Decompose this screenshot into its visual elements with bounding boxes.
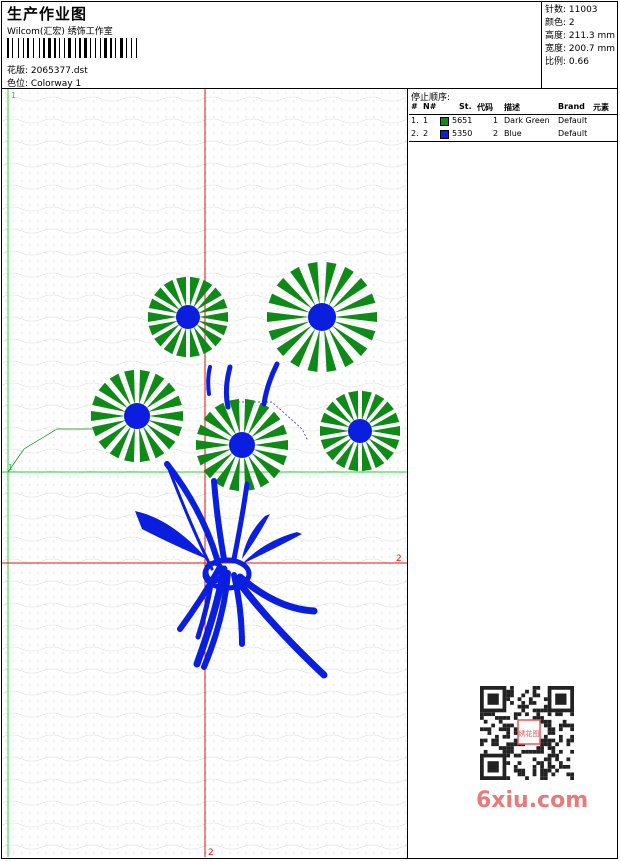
color-swatch [440, 130, 449, 139]
petal [229, 398, 240, 434]
guide-marker-2-bottom: 2 [208, 848, 214, 857]
petal [124, 369, 135, 405]
barcode [7, 38, 143, 58]
col-code: 代码 [477, 103, 493, 112]
col-stitches: St. [459, 102, 472, 111]
flower-head [196, 398, 288, 492]
flower-center [229, 432, 255, 458]
petal [244, 398, 255, 434]
flower-head [267, 261, 377, 373]
design-canvas[interactable]: 1 1 2 2 [2, 89, 408, 858]
petal [176, 276, 187, 307]
petal [148, 411, 183, 421]
design-height: 高度: 211.3 mm [545, 31, 616, 41]
petal [307, 261, 320, 305]
petal [361, 441, 372, 472]
color-count: 颜色: 2 [545, 18, 575, 28]
petal [139, 369, 150, 405]
flower-center [348, 419, 372, 443]
colorway-label: 色位: Colorway 1 [7, 79, 82, 89]
petal [198, 312, 228, 322]
petal [196, 440, 231, 450]
panel-divider [409, 141, 618, 142]
site-watermark: 绣花图 6xiu.com [470, 680, 589, 830]
petal [139, 427, 150, 463]
petal [91, 411, 126, 421]
guide-marker-2-right: 2 [396, 554, 402, 564]
seal-text: 绣花图 [519, 729, 540, 738]
flower-center [124, 403, 150, 429]
row-needle: 2 [423, 129, 429, 138]
stop-sequence-header: # N# St. 代码 描述 Brand 元素 [409, 101, 618, 115]
guide-marker-1-top: 1 [11, 91, 16, 100]
row-stitches: 5350 [452, 129, 473, 138]
col-element: 元素 [593, 103, 609, 112]
petal [361, 390, 372, 421]
col-brand: Brand [558, 102, 585, 111]
col-needle: N# [423, 102, 437, 111]
company-name: Wilcom(汇宏) 绣饰工作室 [7, 27, 113, 37]
row-brand: Default [558, 129, 588, 138]
flower-center [308, 303, 336, 331]
flower-center [176, 305, 200, 329]
row-brand: Default [558, 116, 588, 125]
row-code: 2 [493, 129, 499, 138]
flower-heads [91, 261, 400, 492]
design-file-label: 花版: 2065377.dst [7, 66, 88, 76]
color-swatch [440, 117, 449, 126]
petal [267, 312, 310, 322]
watermark-text: 6xiu.com [476, 788, 589, 813]
design-scale: 比例: 0.66 [545, 57, 589, 67]
row-code: 1 [493, 116, 499, 125]
stitch-count: 针数: 11003 [545, 5, 598, 15]
petal [253, 440, 288, 450]
col-index: # [411, 102, 418, 111]
petal [176, 327, 187, 358]
stop-sequence-table: # N# St. 代码 描述 Brand 元素 1. 1 5651 1 Dark… [409, 101, 618, 141]
petal [324, 261, 337, 305]
row-description: Blue [504, 129, 522, 138]
embroidery-preview: 1 1 2 2 [2, 89, 407, 857]
col-description: 描述 [504, 103, 520, 112]
row-description: Dark Green [504, 116, 550, 125]
petal [348, 441, 359, 472]
row-index: 2. [411, 129, 419, 138]
sheet-header: 生产作业图 Wilcom(汇宏) 绣饰工作室 花版: 2065377.dst 色… [1, 1, 618, 89]
sheet-title: 生产作业图 [7, 5, 88, 23]
flower-head [320, 390, 400, 472]
petal [189, 276, 200, 307]
petal [148, 312, 178, 322]
table-row[interactable]: 1. 1 5651 1 Dark Green Default [409, 115, 618, 128]
row-stitches: 5651 [452, 116, 473, 125]
petal [307, 329, 320, 373]
row-index: 1. [411, 116, 419, 125]
table-row[interactable]: 2. 2 5350 2 Blue Default [409, 128, 618, 141]
petal [229, 456, 240, 492]
flower-head [148, 276, 228, 358]
qr-code: 绣花图 [480, 686, 574, 780]
petal [348, 390, 359, 421]
petal [324, 329, 337, 373]
design-stats: 针数: 11003 颜色: 2 高度: 211.3 mm 宽度: 200.7 m… [541, 1, 618, 88]
design-width: 宽度: 200.7 mm [545, 44, 616, 54]
row-needle: 1 [423, 116, 429, 125]
petal [124, 427, 135, 463]
